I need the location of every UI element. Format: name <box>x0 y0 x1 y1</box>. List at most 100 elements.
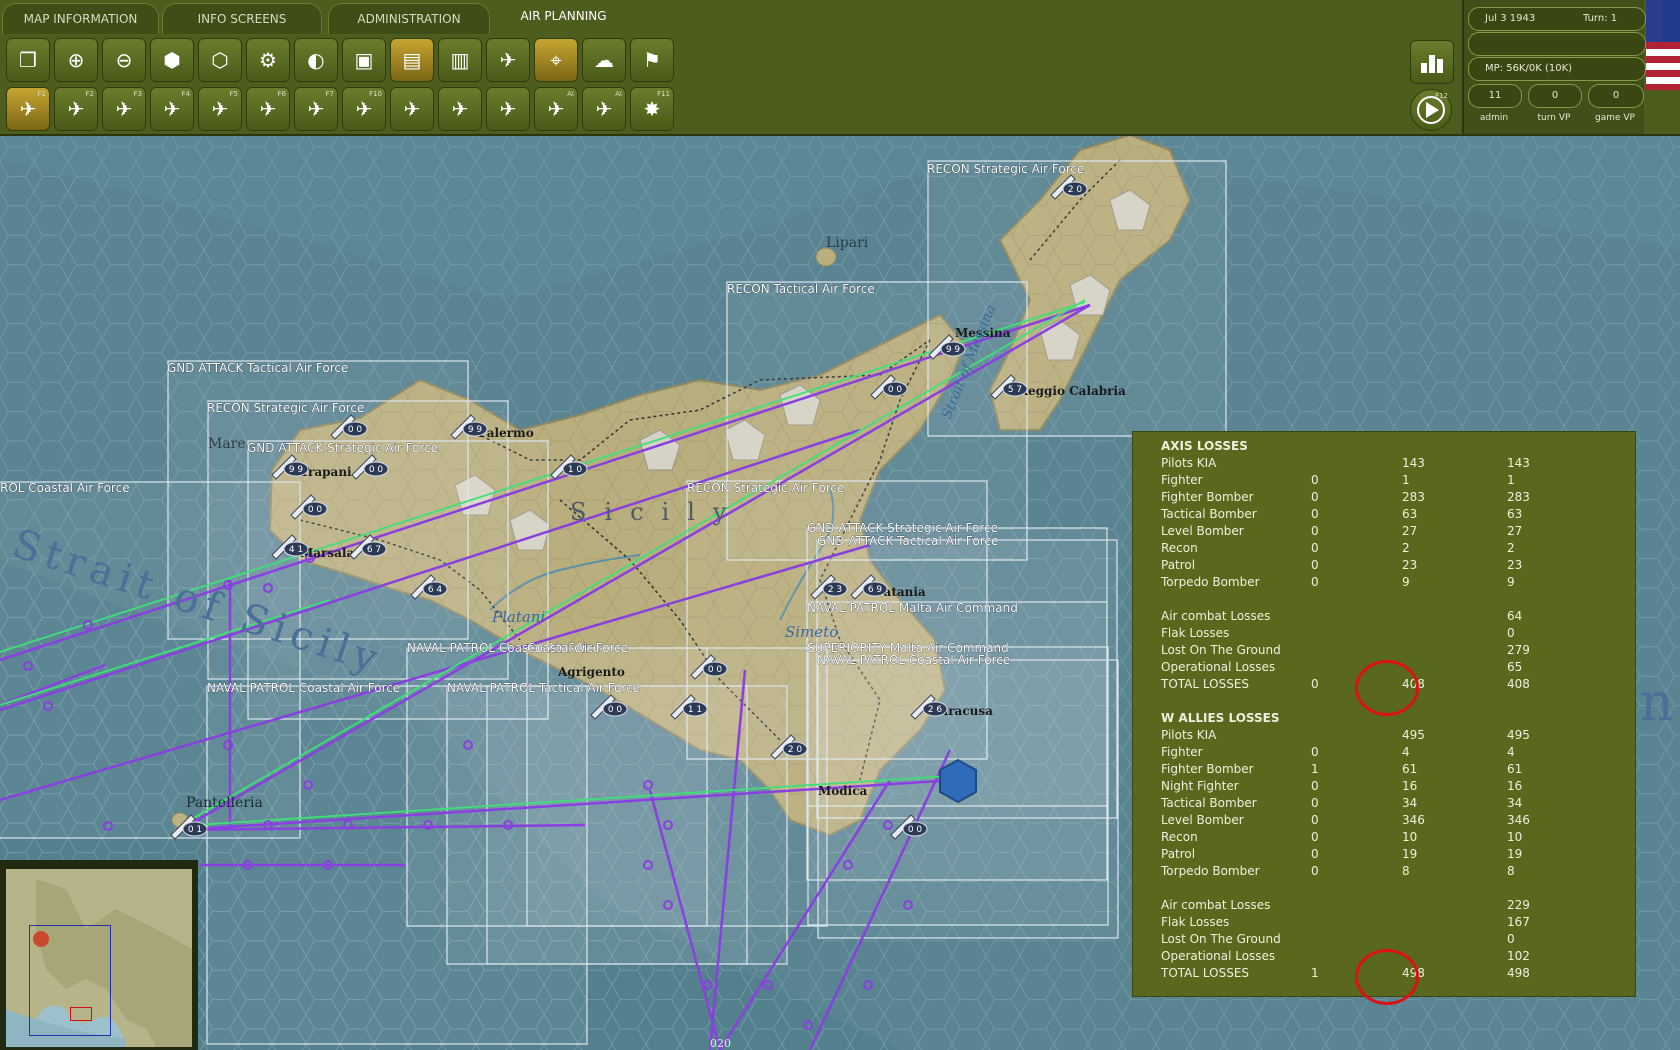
losses-row: Fighter 0 4 4 <box>1161 744 1631 761</box>
minimap-view[interactable] <box>6 869 192 1047</box>
air-mission-button[interactable]: ✈ F1 <box>6 87 50 131</box>
fkey-label: F6 <box>277 90 286 98</box>
losses-value: 2 <box>1402 541 1410 555</box>
air-ai-plus-button[interactable]: ✈ AI <box>582 87 626 131</box>
losses-row: Lost On The Ground 0 <box>1161 931 1631 948</box>
statistics-icon <box>1421 55 1443 73</box>
air-superiority-button[interactable]: ✈ F6 <box>246 87 290 131</box>
losses-value: 19 <box>1507 847 1523 861</box>
explosion-button[interactable]: ✸ F11 <box>630 87 674 131</box>
counter-text: 0 0 <box>608 705 623 715</box>
air-bars-button[interactable]: ✈ <box>486 38 530 82</box>
losses-row: Level Bomber 0 346 346 <box>1161 812 1631 829</box>
zoom-out-icon: ⊖ <box>115 48 133 72</box>
mission-label[interactable]: NAVAL PATROL Tactical Air Force <box>447 681 641 696</box>
minimap-selection-frame[interactable] <box>70 1007 92 1021</box>
losses-value: 8 <box>1402 864 1410 878</box>
losses-row: Recon 0 2 2 <box>1161 540 1631 557</box>
gear-button[interactable]: ⚙ <box>246 38 290 82</box>
air-ai-plus-icon: ✈ <box>595 97 613 121</box>
mission-label[interactable]: ROL Coastal Air Force <box>0 481 130 496</box>
minimap[interactable] <box>0 860 198 1050</box>
unit-toggle-button[interactable]: ◐ <box>294 38 338 82</box>
air-recon-button[interactable]: ✈ F5 <box>198 87 242 131</box>
air-strike-button[interactable]: ✈ F3 <box>102 87 146 131</box>
air-ground-button[interactable]: ✈ F10 <box>342 87 386 131</box>
tab-label: ADMINISTRATION <box>357 12 461 26</box>
fkey-label: F11 <box>657 90 670 98</box>
mission-label[interactable]: Coastal Air Force <box>527 641 629 656</box>
losses-value: 0 <box>1311 813 1319 827</box>
tab-map-information[interactable]: MAP INFORMATION <box>2 3 159 34</box>
mission-label[interactable]: RECON Tactical Air Force <box>727 282 875 297</box>
chart-box-button[interactable]: ▣ <box>342 38 386 82</box>
mission-label[interactable]: RECON Strategic Air Force <box>207 401 365 416</box>
losses-value: 408 <box>1507 677 1530 691</box>
air-target-button[interactable]: ⌖ <box>534 38 578 82</box>
zoom-out-button[interactable]: ⊖ <box>102 38 146 82</box>
air-plus-button[interactable]: ✈ <box>438 87 482 131</box>
air-swap-button[interactable]: ✈ <box>486 87 530 131</box>
mission-label[interactable]: NAVAL PATROL Coastal Air Force <box>207 681 401 696</box>
supply-bars-icon: ▤ <box>402 48 422 72</box>
label-bottom-counter: 020 <box>710 1037 731 1050</box>
air-cross-button[interactable]: ✈ <box>390 87 434 131</box>
weather-button[interactable]: ☁ <box>582 38 626 82</box>
air-ai-icon: ✈ <box>547 97 565 121</box>
losses-value: 283 <box>1402 490 1425 504</box>
mission-label[interactable]: RECON Strategic Air Force <box>927 162 1085 177</box>
tab-info-screens[interactable]: INFO SCREENS <box>162 3 322 34</box>
tab-administration[interactable]: ADMINISTRATION <box>328 3 490 34</box>
losses-label: Patrol <box>1161 558 1196 572</box>
losses-value: 63 <box>1402 507 1418 521</box>
air-ai-button[interactable]: ✈ AI <box>534 87 578 131</box>
statistics-button[interactable] <box>1410 40 1454 84</box>
losses-row: Air combat Losses 64 <box>1161 608 1631 625</box>
tab-air-planning[interactable]: AIR PLANNING <box>490 0 637 31</box>
mission-label[interactable]: NAVAL PATROL Malta Air Command <box>807 601 1018 616</box>
windows-button[interactable]: ❐ <box>6 38 50 82</box>
air-target-icon: ⌖ <box>550 48 562 72</box>
label-simeto: Simeto <box>785 623 838 641</box>
mission-label[interactable]: NAVAL PATROL Coastal Air Force <box>817 653 1011 668</box>
hexes-button[interactable]: ⬢ <box>150 38 194 82</box>
hex-frame-button[interactable]: ⬡ <box>198 38 242 82</box>
tab-label: AIR PLANNING <box>520 9 607 23</box>
signal-bars-button[interactable]: ▥ <box>438 38 482 82</box>
losses-label: Recon <box>1161 541 1198 555</box>
losses-row: Fighter 0 1 1 <box>1161 472 1631 489</box>
mission-label[interactable]: GND ATTACK Strategic Air Force <box>247 441 439 456</box>
tab-label: MAP INFORMATION <box>23 12 138 26</box>
mission-label[interactable]: GND ATTACK Tactical Air Force <box>817 534 999 549</box>
zoom-in-button[interactable]: ⊕ <box>54 38 98 82</box>
game-vp-pill: 0 <box>1588 84 1644 108</box>
counter-text: 1 0 <box>568 465 583 475</box>
mission-label[interactable]: GND ATTACK Tactical Air Force <box>167 361 349 376</box>
losses-value: 0 <box>1311 677 1319 691</box>
air-city-button[interactable]: ✈ F4 <box>150 87 194 131</box>
air-strike-icon: ✈ <box>115 97 133 121</box>
losses-row: Lost On The Ground 279 <box>1161 642 1631 659</box>
losses-label: Fighter <box>1161 745 1203 759</box>
mission-label[interactable]: GND ATTACK Strategic Air Force <box>807 521 999 536</box>
losses-value: 2 <box>1507 541 1515 555</box>
losses-value: 0 <box>1311 473 1319 487</box>
air-naval-button[interactable]: ✈ F7 <box>294 87 338 131</box>
losses-row: Level Bomber 0 27 27 <box>1161 523 1631 540</box>
label-platani: Platani <box>491 608 545 626</box>
flag-icon: ⚑ <box>643 48 661 72</box>
mp-text: MP: 56K/0K (10K) <box>1485 63 1573 74</box>
losses-label: Lost On The Ground <box>1161 643 1281 657</box>
losses-row: Torpedo Bomber 0 9 9 <box>1161 574 1631 591</box>
losses-value: 10 <box>1402 830 1418 844</box>
losses-label: Air combat Losses <box>1161 609 1271 623</box>
mission-label[interactable]: RECON Strategic Air Force <box>687 481 845 496</box>
fkey-label: AI <box>567 90 574 98</box>
supply-bars-button[interactable]: ▤ <box>390 38 434 82</box>
flag-button[interactable]: ⚑ <box>630 38 674 82</box>
losses-row: Patrol 0 23 23 <box>1161 557 1631 574</box>
air-cross-icon: ✈ <box>403 97 421 121</box>
air-transfer-button[interactable]: ✈ F2 <box>54 87 98 131</box>
end-turn-button[interactable]: F12 <box>1410 89 1452 131</box>
fkey-label: AI <box>615 90 622 98</box>
